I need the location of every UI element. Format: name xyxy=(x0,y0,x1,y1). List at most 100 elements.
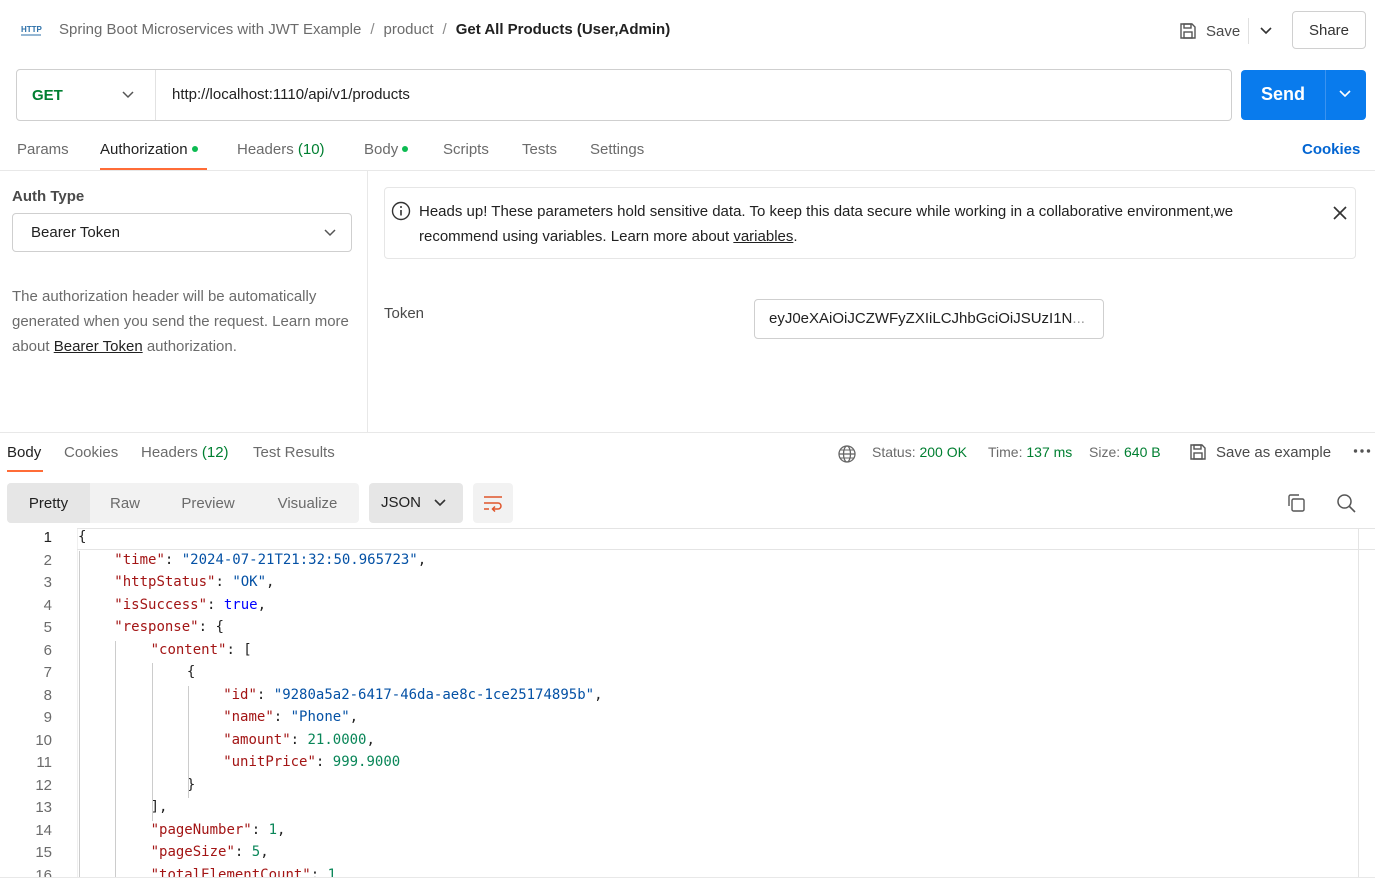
save-options-chevron-down-icon[interactable] xyxy=(1256,22,1276,40)
tab-headers-label: Headers xyxy=(237,141,294,158)
tab-scripts[interactable]: Scripts xyxy=(443,141,489,158)
response-tab-cookies[interactable]: Cookies xyxy=(64,444,118,461)
response-tab-body[interactable]: Body xyxy=(7,444,41,461)
divider xyxy=(1325,70,1326,120)
line-number: 10 xyxy=(35,731,52,749)
method-label: GET xyxy=(32,87,63,104)
view-raw[interactable]: Raw xyxy=(90,483,160,523)
save-button[interactable]: Save xyxy=(1178,17,1240,45)
variables-link[interactable]: variables xyxy=(733,228,793,245)
close-icon[interactable] xyxy=(1331,204,1349,222)
line-number: 6 xyxy=(43,641,52,659)
code-text: "amount": 21.0000, xyxy=(223,731,375,748)
globe-icon[interactable] xyxy=(837,444,857,464)
code-line: 7{ xyxy=(0,663,1375,686)
status-dot xyxy=(402,146,409,153)
indent-guide xyxy=(187,685,189,798)
chevron-down-icon xyxy=(324,229,336,237)
send-button[interactable]: Send xyxy=(1241,70,1366,120)
bearer-token-link[interactable]: Bearer Token xyxy=(54,338,143,355)
tab-body-label: Body xyxy=(364,141,399,158)
code-line: 12} xyxy=(0,776,1375,799)
code-text: "totalElementCount": 1 xyxy=(150,866,337,878)
code-text: { xyxy=(186,664,196,680)
code-text: "content": [ xyxy=(150,641,252,658)
size-value: 640 B xyxy=(1124,444,1161,460)
more-options-icon[interactable] xyxy=(1353,448,1371,454)
tab-tests[interactable]: Tests xyxy=(522,141,557,158)
banner-end: . xyxy=(793,228,798,245)
format-select[interactable]: JSON xyxy=(369,483,463,523)
breadcrumb-folder[interactable]: product xyxy=(384,21,434,38)
tab-authorization[interactable]: Authorization xyxy=(100,141,198,158)
status-readout[interactable]: Status: 200 OK xyxy=(872,444,967,460)
response-tabs: Body Cookies Headers (12) Test Results S… xyxy=(0,433,1375,473)
response-tab-test-results[interactable]: Test Results xyxy=(253,444,335,461)
indent-guide xyxy=(151,663,153,821)
view-preview[interactable]: Preview xyxy=(160,483,256,523)
status-dot xyxy=(191,146,198,153)
method-select[interactable]: GET xyxy=(17,70,156,120)
size-readout[interactable]: Size: 640 B xyxy=(1089,444,1161,460)
code-text: "pageSize": 5, xyxy=(150,844,269,860)
sensitive-data-banner: Heads up! These parameters hold sensitiv… xyxy=(384,187,1356,259)
token-value: eyJ0eXAiOiJCZWFyZXIiLCJhbGciOiJSUzI1N xyxy=(769,310,1073,327)
code-line: 11 "unitPrice": 999.9000 xyxy=(0,753,1375,776)
line-number: 1 xyxy=(43,529,52,546)
code-line: 15 "pageSize": 5, xyxy=(0,843,1375,866)
url-bar: GET http://localhost:1110/api/v1/product… xyxy=(16,69,1232,121)
send-options-chevron-down-icon[interactable] xyxy=(1338,87,1352,101)
breadcrumb: Spring Boot Microservices with JWT Examp… xyxy=(59,21,670,38)
view-visualize[interactable]: Visualize xyxy=(256,483,359,523)
auth-type-select[interactable]: Bearer Token xyxy=(12,213,352,252)
code-line: 9 "name": "Phone", xyxy=(0,708,1375,731)
share-button[interactable]: Share xyxy=(1292,11,1366,49)
response-headers-label: Headers xyxy=(141,444,198,461)
search-icon[interactable] xyxy=(1336,493,1356,513)
auth-type-title: Auth Type xyxy=(12,188,85,205)
line-number: 13 xyxy=(35,799,52,816)
response-tab-headers[interactable]: Headers (12) xyxy=(141,444,229,461)
line-number: 4 xyxy=(43,596,52,614)
breadcrumb-separator: / xyxy=(442,21,447,38)
code-line: 6 "content": [ xyxy=(0,641,1375,664)
copy-icon[interactable] xyxy=(1286,493,1306,513)
save-icon xyxy=(1190,444,1206,460)
code-text: "name": "Phone", xyxy=(223,709,359,725)
response-view-toggle: Pretty Raw Preview Visualize xyxy=(7,483,359,523)
response-body-viewer[interactable]: 1{2 "time": "2024-07-21T21:32:50.965723",… xyxy=(0,528,1375,877)
code-text: "id": "9280a5a2-6417-46da-ae8c-1ce251748… xyxy=(223,686,603,703)
save-as-example-button[interactable]: Save as example xyxy=(1188,442,1331,462)
code-line: 10 "amount": 21.0000, xyxy=(0,731,1375,754)
url-input[interactable]: http://localhost:1110/api/v1/products xyxy=(172,86,410,103)
tab-settings[interactable]: Settings xyxy=(590,141,644,158)
chevron-down-icon xyxy=(122,91,134,99)
breadcrumb-collection[interactable]: Spring Boot Microservices with JWT Examp… xyxy=(59,21,361,38)
code-text: "pageNumber": 1, xyxy=(150,821,286,838)
indent-guide xyxy=(79,550,80,877)
tab-headers[interactable]: Headers (10) xyxy=(237,141,325,158)
code-text: "isSuccess": true, xyxy=(114,596,267,613)
token-input[interactable]: eyJ0eXAiOiJCZWFyZXIiLCJhbGciOiJSUzI1N... xyxy=(754,299,1104,339)
breadcrumb-request-name[interactable]: Get All Products (User,Admin) xyxy=(456,21,670,38)
code-line: 5 "response": { xyxy=(0,618,1375,641)
line-number: 15 xyxy=(35,844,52,861)
send-label: Send xyxy=(1261,84,1306,104)
time-readout[interactable]: Time: 137 ms xyxy=(988,444,1072,460)
active-tab-indicator xyxy=(7,470,43,472)
tab-body[interactable]: Body xyxy=(364,141,409,158)
code-text: "unitPrice": 999.9000 xyxy=(223,754,401,770)
tab-params[interactable]: Params xyxy=(17,141,69,158)
request-header: HTTP Spring Boot Microservices with JWT … xyxy=(0,0,1375,62)
status-label: Status: xyxy=(872,444,916,460)
cookies-link[interactable]: Cookies xyxy=(1302,141,1360,158)
line-number: 7 xyxy=(43,664,52,681)
auth-type-panel: Auth Type Bearer Token The authorization… xyxy=(0,171,368,433)
save-icon xyxy=(1180,23,1196,39)
line-number: 11 xyxy=(36,754,52,771)
view-pretty[interactable]: Pretty xyxy=(7,483,90,523)
request-tabs: Params Authorization Headers (10) Body S… xyxy=(0,132,1375,171)
svg-text:HTTP: HTTP xyxy=(21,25,43,34)
indent-guide xyxy=(115,640,117,877)
wrap-lines-button[interactable] xyxy=(473,483,513,523)
